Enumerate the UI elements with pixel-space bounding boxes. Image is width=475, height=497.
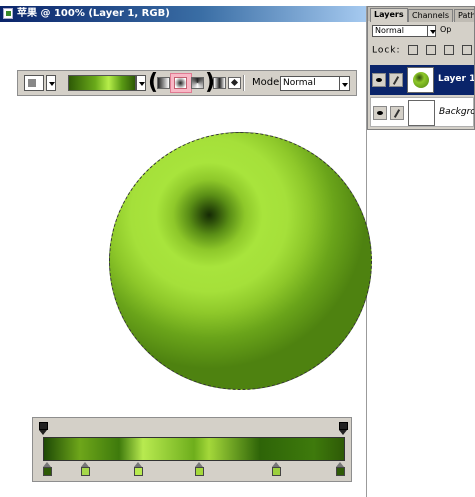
- gradient-picker[interactable]: [68, 75, 136, 91]
- blend-mode-value: Normal: [375, 26, 404, 35]
- mode-value: Normal: [283, 78, 316, 88]
- layer-name: Layer 1: [438, 74, 475, 84]
- layer-blend-mode-select[interactable]: Normal: [372, 25, 436, 37]
- opacity-stop-right-icon[interactable]: [339, 422, 348, 435]
- brush-icon[interactable]: [389, 73, 403, 87]
- layer-name: Background: [439, 107, 475, 117]
- color-stop-icon[interactable]: [271, 462, 281, 476]
- blend-mode-dropdown-icon[interactable]: [427, 25, 436, 37]
- radial-gradient-button[interactable]: [174, 77, 187, 89]
- reflected-gradient-button[interactable]: [213, 77, 226, 89]
- mode-label: Mode:: [252, 77, 283, 88]
- gradient-options-bar: ( ) Mode: Normal: [17, 70, 357, 96]
- lock-image-icon[interactable]: [426, 45, 437, 55]
- diamond-gradient-button[interactable]: [228, 77, 241, 89]
- linear-gradient-button[interactable]: [157, 77, 170, 89]
- gradient-editor: [32, 417, 352, 482]
- tab-channels[interactable]: Channels: [408, 9, 454, 22]
- layer-row-layer-1[interactable]: Layer 1: [370, 65, 474, 95]
- apple-sphere-selection[interactable]: [109, 132, 372, 390]
- tab-layers[interactable]: Layers: [370, 8, 408, 22]
- lock-transparency-icon[interactable]: [408, 45, 419, 55]
- gradient-picker-dropdown-icon[interactable]: [136, 75, 146, 91]
- color-stop-icon[interactable]: [336, 462, 345, 476]
- gradient-tool-preset-icon[interactable]: [24, 75, 44, 91]
- document-titlebar[interactable]: 苹果 @ 100% (Layer 1, RGB): [0, 6, 366, 22]
- lock-row: Lock:: [372, 45, 473, 56]
- opacity-stop-left-icon[interactable]: [39, 422, 48, 435]
- tool-preset-dropdown-icon[interactable]: [46, 75, 56, 91]
- document-title: 苹果 @ 100% (Layer 1, RGB): [17, 8, 170, 19]
- color-stop-icon[interactable]: [133, 462, 143, 476]
- eye-icon[interactable]: [372, 73, 386, 87]
- mode-select[interactable]: Normal: [280, 76, 350, 91]
- color-stop-icon[interactable]: [43, 462, 52, 476]
- layer-row-background[interactable]: Background: [370, 97, 474, 127]
- opacity-label: Op: [440, 25, 452, 34]
- layer-thumbnail: [407, 67, 434, 93]
- lock-all-icon[interactable]: [462, 45, 473, 55]
- layers-panel-tabs: Layers Channels Paths: [368, 7, 474, 22]
- options-separator: [243, 75, 245, 91]
- lock-label: Lock:: [372, 45, 401, 56]
- link-slot-icon[interactable]: [390, 106, 404, 120]
- lock-position-icon[interactable]: [444, 45, 455, 55]
- document-icon: [3, 8, 13, 19]
- gradient-bar[interactable]: [43, 437, 345, 461]
- layers-panel: Layers Channels Paths Normal Op Lock: La…: [367, 6, 475, 130]
- eye-icon[interactable]: [373, 106, 387, 120]
- angle-gradient-button[interactable]: [191, 77, 204, 89]
- tab-paths[interactable]: Paths: [454, 9, 474, 22]
- mode-dropdown-icon[interactable]: [339, 76, 350, 91]
- color-stop-icon[interactable]: [81, 462, 91, 476]
- color-stop-icon[interactable]: [195, 462, 205, 476]
- layer-thumbnail: [408, 100, 435, 126]
